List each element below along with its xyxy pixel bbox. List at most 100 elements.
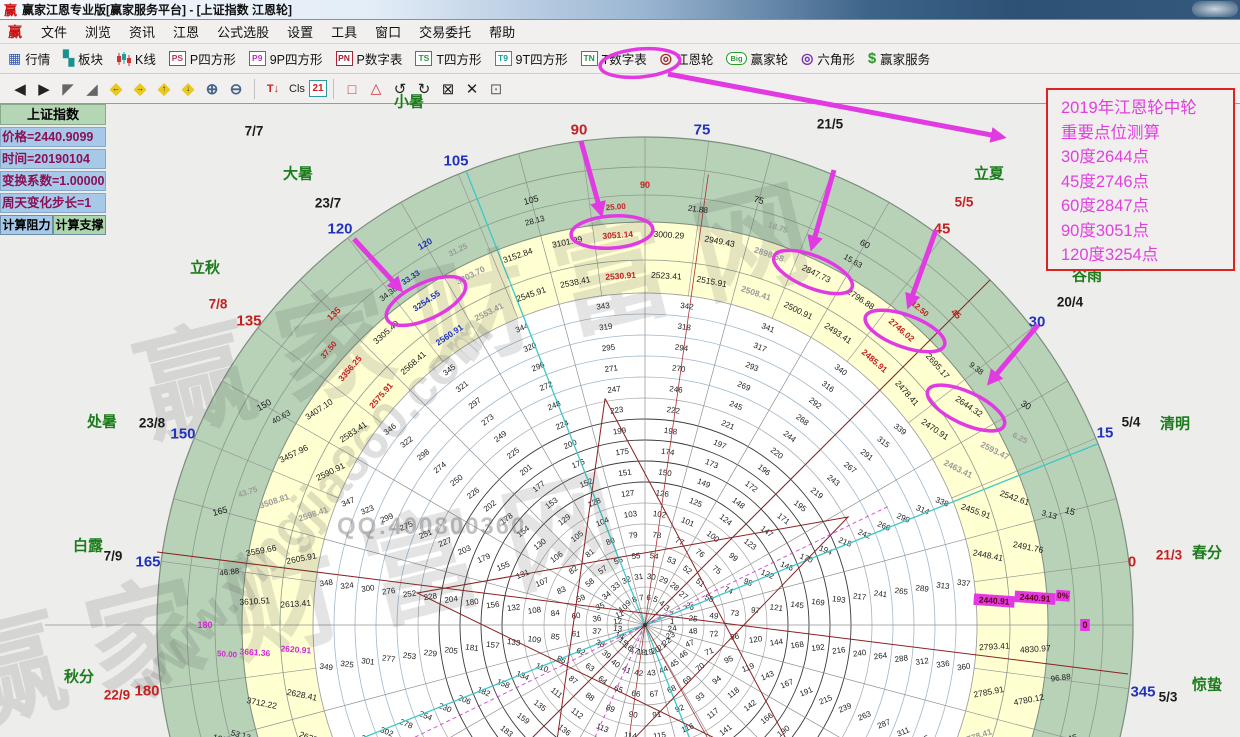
menu-文件[interactable]: 文件 <box>32 20 76 43</box>
svg-text:90: 90 <box>628 710 639 720</box>
9p-square-icon: P9 <box>249 51 266 66</box>
toolbar-p-square[interactable]: PSP四方形 <box>169 49 236 68</box>
draw-square-icon[interactable]: □ <box>340 78 364 100</box>
t-down-icon[interactable]: T↓ <box>261 78 285 100</box>
svg-text:264: 264 <box>873 651 888 662</box>
svg-text:288: 288 <box>894 653 909 664</box>
pan-up-left-icon[interactable]: ◤ <box>56 78 80 100</box>
svg-text:2523.41: 2523.41 <box>651 270 683 282</box>
menu-江恩[interactable]: 江恩 <box>164 20 208 43</box>
svg-text:240: 240 <box>852 648 867 659</box>
svg-text:301: 301 <box>361 656 376 667</box>
toolbar-winner-service[interactable]: $赢家服务 <box>868 49 930 68</box>
svg-text:289: 289 <box>915 583 930 594</box>
delete-box-icon[interactable]: ⊠ <box>436 78 460 100</box>
svg-text:85: 85 <box>550 632 561 642</box>
svg-text:198: 198 <box>663 426 678 437</box>
svg-text:174: 174 <box>661 447 676 458</box>
cls-icon[interactable]: Cls <box>285 78 309 100</box>
svg-text:193: 193 <box>832 594 847 605</box>
svg-text:181: 181 <box>465 642 480 653</box>
quotes-icon: ▦ <box>8 50 21 67</box>
toolbar-sectors[interactable]: ▚板块 <box>63 49 103 68</box>
menu-公式选股[interactable]: 公式选股 <box>208 20 278 43</box>
shift-down-icon[interactable]: ◆↓ <box>176 78 200 100</box>
toolbar-separator <box>254 79 255 99</box>
svg-text:337: 337 <box>957 578 972 589</box>
svg-text:229: 229 <box>423 648 438 659</box>
toolbar-kline[interactable]: K线 <box>116 49 156 68</box>
shift-up-icon[interactable]: ◆↑ <box>152 78 176 100</box>
svg-text:199: 199 <box>612 426 627 437</box>
menu-设置[interactable]: 设置 <box>278 20 322 43</box>
svg-text:246: 246 <box>669 384 684 395</box>
svg-text:120: 120 <box>748 634 763 645</box>
9t-square-icon: T9 <box>495 51 512 66</box>
calc-support-button[interactable]: 计算支撑 <box>53 215 106 235</box>
toolbar-quotes[interactable]: ▦行情 <box>8 49 50 68</box>
shift-right-arrow: → <box>136 84 144 93</box>
toolbar-9t-square[interactable]: T9 9T四方形 <box>495 49 568 68</box>
toolbar-p-table[interactable]: PNP数字表 <box>336 49 403 68</box>
menu-交易委托[interactable]: 交易委托 <box>410 20 480 43</box>
svg-text:150: 150 <box>658 467 673 478</box>
toolbar-9p-square[interactable]: P99P四方形 <box>249 49 323 68</box>
menu-帮助[interactable]: 帮助 <box>480 20 524 43</box>
panel-scale: 变换系数=1.00000 <box>0 171 106 191</box>
svg-text:294: 294 <box>674 343 689 354</box>
svg-text:217: 217 <box>852 591 867 602</box>
toolbar-hexagon[interactable]: ◎六角形 <box>801 49 855 68</box>
sectors-label: 板块 <box>78 49 103 68</box>
panel-price: 价格=2440.9099 <box>0 127 106 147</box>
app-logo-icon: 赢 <box>4 0 17 19</box>
svg-text:271: 271 <box>604 363 619 374</box>
page-right-icon[interactable]: ▶ <box>32 78 56 100</box>
toolbar-t-square[interactable]: TST四方形 <box>415 49 481 68</box>
crosshair-icon[interactable]: ✕ <box>460 78 484 100</box>
svg-text:270: 270 <box>672 363 687 374</box>
hexagon-icon: ◎ <box>801 50 813 67</box>
toolbar-winner-wheel[interactable]: Big赢家轮 <box>726 49 788 68</box>
zoom-out-icon[interactable]: ⊖ <box>224 78 248 100</box>
svg-text:24: 24 <box>667 623 678 633</box>
svg-text:0: 0 <box>1082 620 1087 630</box>
svg-text:60: 60 <box>571 611 582 621</box>
svg-text:36: 36 <box>592 614 603 624</box>
svg-text:336: 336 <box>936 659 951 670</box>
calc-resistance-button[interactable]: 计算阻力 <box>0 215 53 235</box>
svg-text:247: 247 <box>607 384 622 395</box>
pan-down-right-icon[interactable]: ◢ <box>80 78 104 100</box>
svg-text:48: 48 <box>688 626 699 636</box>
p-table-label: P数字表 <box>357 49 403 68</box>
window-title: 赢家江恩专业版[赢家服务平台] - [上证指数 江恩轮] <box>22 1 292 18</box>
svg-text:145: 145 <box>790 600 805 611</box>
winner-wheel-icon: Big <box>726 52 746 65</box>
svg-text:360: 360 <box>957 662 972 673</box>
title-bar: 赢 赢家江恩专业版[赢家服务平台] - [上证指数 江恩轮] <box>0 0 1240 20</box>
main-toolbar: ▦行情 ▚板块 K线 PSP四方形 P99P四方形 PNP数字表 TST四方形 T9 9T四方形… <box>0 44 1240 74</box>
menu-资讯[interactable]: 资讯 <box>120 20 164 43</box>
page-left-icon[interactable]: ◀ <box>8 78 32 100</box>
9t-square-label: 9T四方形 <box>516 49 568 68</box>
winner-service-label: 赢家服务 <box>880 49 930 68</box>
menu-工具[interactable]: 工具 <box>322 20 366 43</box>
shift-right-icon[interactable]: ◆→ <box>128 78 152 100</box>
draw-triangle-icon[interactable]: △ <box>364 78 388 100</box>
menu-浏览[interactable]: 浏览 <box>76 20 120 43</box>
screen-icon[interactable]: ⊡ <box>484 78 508 100</box>
menu-窗口[interactable]: 窗口 <box>366 20 410 43</box>
rotate-cw-icon[interactable]: ↻ <box>412 78 436 100</box>
rotate-ccw-icon[interactable]: ↺ <box>388 78 412 100</box>
svg-text:241: 241 <box>873 589 888 600</box>
shift-down-arrow: ↓ <box>186 84 190 93</box>
callout-line: 90度3051点 <box>1061 219 1233 244</box>
callout-line: 重要点位测算 <box>1061 121 1233 146</box>
zoom-in-icon[interactable]: ⊕ <box>200 78 224 100</box>
calendar-icon[interactable]: 21 <box>309 80 327 97</box>
shift-left-icon[interactable]: ◆← <box>104 78 128 100</box>
t-table-label: T数字表 <box>602 49 647 68</box>
hexagon-label: 六角形 <box>817 49 855 68</box>
svg-text:67: 67 <box>649 689 660 699</box>
toolbar-gann-wheel[interactable]: ◎江恩轮 <box>660 49 714 68</box>
toolbar-t-table[interactable]: TNT数字表 <box>581 49 647 68</box>
